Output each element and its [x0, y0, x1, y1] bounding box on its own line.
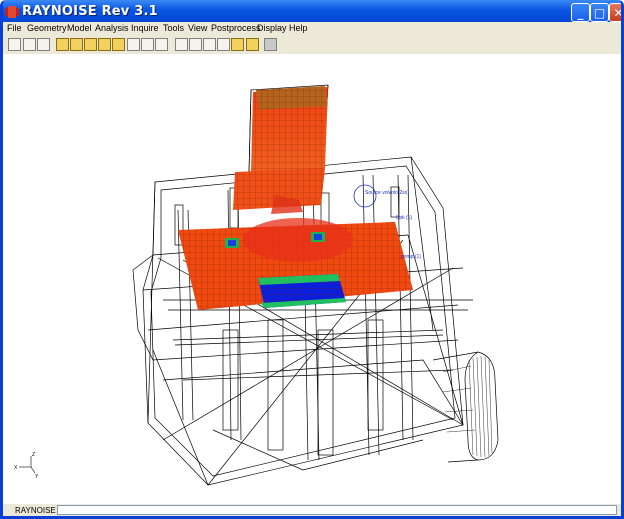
axis-triad: Z X Y — [14, 452, 39, 480]
pan-icon[interactable] — [98, 38, 111, 51]
menu-geometry[interactable]: Geometry — [27, 23, 67, 33]
disabled-tool-icon — [264, 38, 277, 51]
pick-icon[interactable] — [56, 38, 69, 51]
annotation-label-3: pomp (1) — [401, 254, 421, 260]
fit-icon[interactable] — [112, 38, 125, 51]
axis-label-y: Y — [35, 474, 39, 480]
menu-model[interactable]: Model — [67, 23, 92, 33]
model-drawing: Source volvolo(2ss) Spk (1) pomp (1) Z X… — [14, 84, 499, 486]
iso-cube-icon[interactable] — [231, 38, 244, 51]
app-window: RAYNOISE Rev 3.1 _ □ ✕ File Geometry Mod… — [0, 0, 624, 519]
close-icon: ✕ — [613, 5, 624, 20]
maximize-icon: □ — [593, 5, 606, 20]
camera-icon[interactable] — [37, 38, 50, 51]
view-xz-icon[interactable] — [155, 38, 168, 51]
viewport-3d[interactable]: Source volvolo(2ss) Spk (1) pomp (1) Z X… — [3, 54, 621, 504]
status-bar: RAYNOISE — [3, 504, 621, 516]
close-button[interactable]: ✕ — [609, 3, 624, 22]
menu-display[interactable]: Display — [257, 23, 287, 33]
command-input[interactable] — [57, 505, 617, 515]
menu-file[interactable]: File — [7, 23, 22, 33]
axis-side-icon[interactable] — [203, 38, 216, 51]
axis-front-icon[interactable] — [189, 38, 202, 51]
axis-top-icon[interactable] — [217, 38, 230, 51]
minimize-button[interactable]: _ — [571, 3, 590, 22]
menu-help[interactable]: Help — [289, 23, 308, 33]
axis-label-z: Z — [32, 452, 35, 458]
rotate-icon[interactable] — [84, 38, 97, 51]
command-prompt-label: RAYNOISE — [15, 506, 56, 515]
menu-postprocess[interactable]: Postprocess — [211, 23, 261, 33]
new-file-icon[interactable] — [8, 38, 21, 51]
minimize-icon: _ — [577, 5, 584, 20]
toolbar — [3, 36, 621, 55]
chimney-duct — [233, 86, 328, 210]
menu-view[interactable]: View — [188, 23, 207, 33]
menu-bar: File Geometry Model Analysis Inquire Too… — [3, 22, 621, 36]
deck-surface — [178, 195, 413, 310]
frame-icon[interactable] — [175, 38, 188, 51]
window-title: RAYNOISE Rev 3.1 — [22, 4, 158, 19]
shade-icon[interactable] — [246, 38, 259, 51]
axis-label-x: X — [14, 465, 18, 471]
annotation-label-2: Spk (1) — [396, 215, 412, 221]
maximize-button[interactable]: □ — [590, 3, 609, 22]
print-icon[interactable] — [23, 38, 36, 51]
view-xy-icon[interactable] — [127, 38, 140, 51]
menu-inquire[interactable]: Inquire — [131, 23, 159, 33]
source-label: Source volvolo(2ss) — [365, 190, 409, 196]
menu-tools[interactable]: Tools — [163, 23, 184, 33]
raynoise-app-icon — [5, 6, 19, 18]
zoom-icon[interactable] — [70, 38, 83, 51]
menu-analysis[interactable]: Analysis — [95, 23, 129, 33]
view-yz-icon[interactable] — [141, 38, 154, 51]
